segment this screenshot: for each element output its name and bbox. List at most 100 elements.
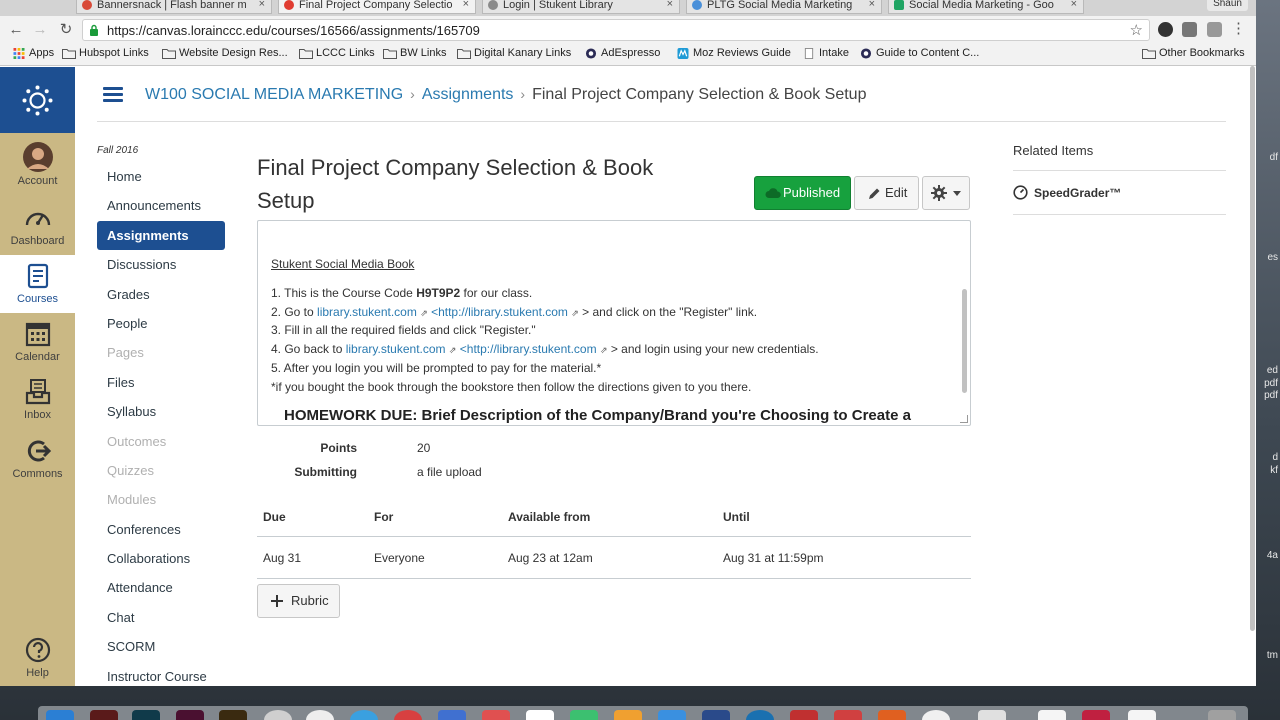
- breadcrumb-assignments-link[interactable]: Assignments: [422, 86, 514, 103]
- dock-app-icon[interactable]: [176, 710, 204, 720]
- back-button[interactable]: ←: [6, 20, 26, 40]
- desktop-label[interactable]: pdf: [1264, 378, 1278, 389]
- close-icon[interactable]: ×: [869, 0, 875, 10]
- course-nav-people[interactable]: People: [97, 309, 225, 338]
- settings-menu-button[interactable]: [922, 176, 970, 210]
- library-link[interactable]: library.stukent.com: [346, 342, 446, 356]
- bookmark-folder[interactable]: Hubspot Links: [62, 47, 149, 59]
- dock-app-icon[interactable]: [46, 710, 74, 720]
- close-icon[interactable]: ×: [667, 0, 673, 10]
- browser-tab[interactable]: Social Media Marketing - Goo ×: [888, 0, 1084, 14]
- dock-app-icon[interactable]: [614, 710, 642, 720]
- course-nav-discussions[interactable]: Discussions: [97, 250, 225, 279]
- library-link[interactable]: library.stukent.com: [317, 305, 417, 319]
- assignment-description[interactable]: Stukent Social Media Book 1. This is the…: [257, 220, 971, 426]
- bookmark-apps[interactable]: Apps: [12, 47, 54, 59]
- browser-tab[interactable]: Login | Stukent Library ×: [482, 0, 680, 14]
- desktop-label[interactable]: tm: [1267, 650, 1278, 661]
- stukent-book-link[interactable]: Stukent Social Media Book: [271, 257, 414, 271]
- course-nav-pages[interactable]: Pages: [97, 338, 225, 367]
- edit-button[interactable]: Edit: [854, 176, 919, 210]
- desktop-label[interactable]: es: [1267, 252, 1278, 263]
- dock-app-icon[interactable]: [1128, 710, 1156, 720]
- course-nav-chat[interactable]: Chat: [97, 603, 225, 632]
- global-nav-help[interactable]: Help: [0, 629, 75, 685]
- bookmark-link[interactable]: Guide to Content C...: [859, 47, 979, 59]
- bookmark-link[interactable]: AdEspresso: [584, 47, 660, 59]
- course-nav-attendance[interactable]: Attendance: [97, 573, 225, 602]
- dock-app-icon[interactable]: [878, 710, 906, 720]
- extension-icon[interactable]: [1207, 22, 1222, 37]
- dock-app-icon[interactable]: [570, 710, 598, 720]
- extension-icon[interactable]: [1182, 22, 1197, 37]
- library-url-link[interactable]: <http://library.stukent.com: [460, 342, 597, 356]
- close-icon[interactable]: ×: [1071, 0, 1077, 10]
- course-nav-home[interactable]: Home: [97, 162, 225, 191]
- desktop-label[interactable]: 4a: [1267, 550, 1278, 561]
- course-nav-outcomes[interactable]: Outcomes: [97, 427, 225, 456]
- other-bookmarks-folder[interactable]: Other Bookmarks: [1142, 47, 1245, 59]
- dock-app-icon[interactable]: [1038, 710, 1066, 720]
- bookmark-folder[interactable]: Website Design Res...: [162, 47, 288, 59]
- desktop-label[interactable]: pdf: [1264, 390, 1278, 401]
- dock-app-icon[interactable]: [350, 710, 378, 720]
- address-bar[interactable]: https://canvas.lorainccc.edu/courses/165…: [82, 19, 1150, 41]
- desktop-label[interactable]: d: [1272, 452, 1278, 463]
- desktop-label[interactable]: df: [1270, 152, 1278, 163]
- global-nav-commons[interactable]: Commons: [0, 430, 75, 486]
- course-nav-grades[interactable]: Grades: [97, 280, 225, 309]
- speedgrader-link[interactable]: SpeedGrader™: [1013, 171, 1226, 215]
- course-nav-modules[interactable]: Modules: [97, 485, 225, 514]
- reload-button[interactable]: ↻: [56, 20, 76, 40]
- forward-button[interactable]: →: [30, 20, 50, 40]
- bookmark-folder[interactable]: BW Links: [383, 47, 446, 59]
- resize-handle-icon[interactable]: [960, 415, 968, 423]
- global-nav-dashboard[interactable]: Dashboard: [0, 197, 75, 253]
- dock-app-icon[interactable]: [394, 710, 422, 720]
- course-nav-syllabus[interactable]: Syllabus: [97, 397, 225, 426]
- dock-app-icon[interactable]: [438, 710, 466, 720]
- course-nav-scorm[interactable]: SCORM: [97, 632, 225, 661]
- hamburger-menu-icon[interactable]: [103, 87, 123, 103]
- breadcrumb-course-link[interactable]: W100 SOCIAL MEDIA MARKETING: [145, 86, 403, 103]
- dock-app-icon[interactable]: [90, 710, 118, 720]
- dock-app-icon[interactable]: [702, 710, 730, 720]
- browser-tab-active[interactable]: Final Project Company Selectio ×: [278, 0, 476, 14]
- global-nav-account[interactable]: Account: [0, 137, 75, 193]
- dock-app-icon[interactable]: [306, 710, 334, 720]
- course-nav-conferences[interactable]: Conferences: [97, 515, 225, 544]
- course-nav-instructor-course[interactable]: Instructor Course: [97, 662, 225, 686]
- desktop-label[interactable]: kf: [1270, 465, 1278, 476]
- bookmark-folder[interactable]: Digital Kanary Links: [457, 47, 571, 59]
- dock-app-icon[interactable]: [219, 710, 247, 720]
- dock-app-icon[interactable]: [834, 710, 862, 720]
- canvas-logo[interactable]: [0, 67, 75, 133]
- dock-app-icon[interactable]: [526, 710, 554, 720]
- dock-app-icon[interactable]: [746, 710, 774, 720]
- bookmark-star-icon[interactable]: ☆: [1130, 21, 1143, 39]
- browser-tab[interactable]: Bannersnack | Flash banner m ×: [76, 0, 272, 14]
- dock-app-icon[interactable]: [658, 710, 686, 720]
- global-nav-courses[interactable]: Courses: [0, 255, 75, 313]
- extension-icon[interactable]: [1158, 22, 1173, 37]
- library-url-link[interactable]: <http://library.stukent.com: [431, 305, 568, 319]
- page-scrollbar[interactable]: [1250, 66, 1255, 631]
- global-nav-inbox[interactable]: Inbox: [0, 371, 75, 427]
- dock-app-icon[interactable]: [482, 710, 510, 720]
- close-icon[interactable]: ×: [259, 0, 265, 10]
- trash-icon[interactable]: [1208, 710, 1236, 720]
- close-icon[interactable]: ×: [463, 0, 469, 10]
- dock-app-icon[interactable]: [132, 710, 160, 720]
- desktop-label[interactable]: ed: [1267, 365, 1278, 376]
- course-nav-quizzes[interactable]: Quizzes: [97, 456, 225, 485]
- profile-button[interactable]: Shaun: [1207, 0, 1248, 11]
- add-rubric-button[interactable]: Rubric: [257, 584, 340, 618]
- browser-tab[interactable]: PLTG Social Media Marketing ×: [686, 0, 882, 14]
- browser-menu-icon[interactable]: ⋮: [1231, 19, 1246, 37]
- dock-app-icon[interactable]: [1082, 710, 1110, 720]
- bookmark-link[interactable]: Moz Reviews Guide: [676, 47, 791, 59]
- dock-app-icon[interactable]: [790, 710, 818, 720]
- bookmark-link[interactable]: Intake: [802, 47, 849, 59]
- published-button[interactable]: Published: [754, 176, 851, 210]
- course-nav-files[interactable]: Files: [97, 368, 225, 397]
